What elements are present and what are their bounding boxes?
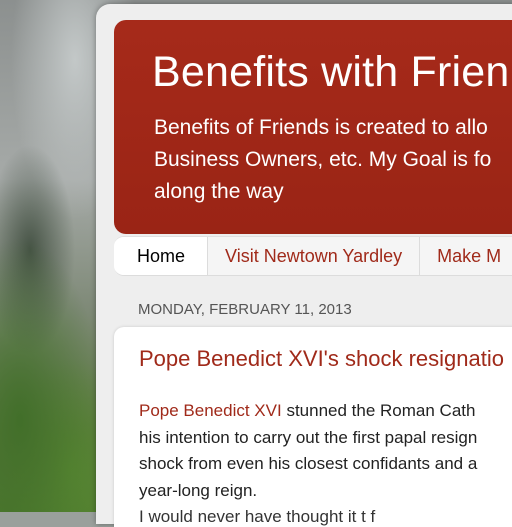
blog-header: Benefits with Frien Benefits of Friends … bbox=[114, 20, 512, 234]
post-paragraph-line: his intention to carry out the first pap… bbox=[139, 427, 478, 447]
blog-title[interactable]: Benefits with Frien bbox=[152, 48, 510, 97]
page-tabs: Home Visit Newtown Yardley Make M bbox=[114, 236, 512, 276]
date-header: MONDAY, FEBRUARY 11, 2013 bbox=[138, 301, 352, 318]
description-line: Business Owners, etc. My Goal is fo bbox=[154, 148, 492, 171]
post-paragraph-line: Pope Benedict XVI stunned the Roman Cath bbox=[139, 398, 512, 425]
post-body: Pope Benedict XVI stunned the Roman Cath… bbox=[139, 398, 512, 527]
tab-make[interactable]: Make M bbox=[420, 237, 512, 275]
pope-benedict-link[interactable]: Pope Benedict XVI bbox=[139, 401, 282, 420]
post-paragraph-line: shock from even his closest confidants a… bbox=[139, 454, 478, 473]
post-title[interactable]: Pope Benedict XVI's shock resignatio bbox=[139, 346, 504, 372]
tab-visit-newtown-yardley[interactable]: Visit Newtown Yardley bbox=[208, 237, 421, 275]
post-paragraph-line: year-long reign. bbox=[139, 480, 258, 500]
blog-post: Pope Benedict XVI's shock resignatio Pop… bbox=[114, 327, 512, 527]
blog-description: Benefits of Friends is created to allo B… bbox=[154, 112, 512, 208]
post-text: stunned the Roman Cath bbox=[281, 401, 476, 420]
post-paragraph-line: I would never have thought it t f bbox=[139, 507, 376, 526]
description-line: Benefits of Friends is created to allo bbox=[154, 116, 488, 139]
description-line: along the way bbox=[154, 180, 284, 203]
tab-home[interactable]: Home bbox=[114, 237, 209, 275]
